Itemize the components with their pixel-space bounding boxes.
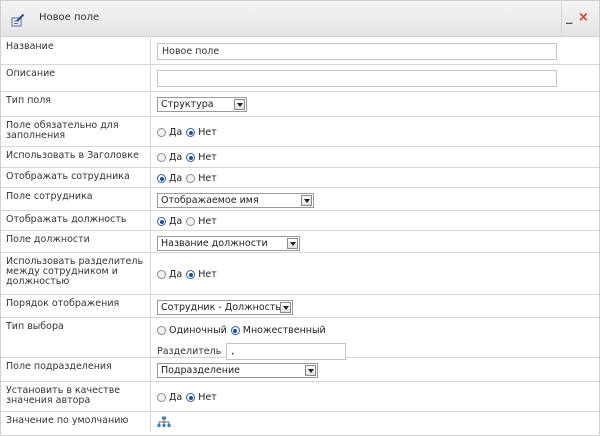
header-yes-label: Да	[169, 152, 183, 163]
header-no-radio[interactable]	[186, 153, 196, 162]
edit-field-icon	[11, 13, 25, 27]
titlebar-divider	[561, 1, 562, 37]
org-structure-icon[interactable]	[157, 416, 171, 428]
row-description: Описание	[1, 65, 599, 92]
position-field-label: Поле должности	[1, 231, 151, 252]
required-yes-label: Да	[169, 127, 183, 138]
chevron-down-icon	[280, 302, 291, 313]
header-no-label: Нет	[198, 152, 217, 163]
separator-no-radio[interactable]	[186, 270, 196, 279]
position-field-value: Название должности	[161, 238, 268, 249]
department-field-value: Подразделение	[161, 365, 240, 376]
employee-field-select[interactable]: Отображаемое имя	[157, 193, 314, 208]
minimize-button[interactable]: _	[566, 10, 577, 26]
single-select-label: Одиночный	[169, 325, 227, 336]
row-required: Поле обязательно для заполнения Да Нет	[1, 117, 599, 147]
required-no-label: Нет	[198, 127, 217, 138]
row-set-as-author: Установить в качестве значения автора Да…	[1, 382, 599, 412]
position-yes-radio[interactable]	[157, 217, 166, 226]
show-position-label: Отображать должность	[1, 211, 151, 230]
position-no-radio[interactable]	[186, 217, 196, 226]
header-yes-radio[interactable]	[157, 153, 166, 162]
employee-no-radio[interactable]	[186, 174, 196, 183]
position-field-select[interactable]: Название должности	[157, 236, 300, 251]
row-show-position: Отображать должность Да Нет	[1, 211, 599, 231]
author-no-radio[interactable]	[186, 393, 196, 402]
row-employee-field: Поле сотрудника Отображаемое имя	[1, 188, 599, 211]
employee-field-value: Отображаемое имя	[161, 195, 259, 206]
required-no-radio[interactable]	[186, 128, 196, 137]
chevron-down-icon	[287, 238, 298, 249]
name-input[interactable]	[157, 43, 557, 60]
use-separator-label: Использовать разделитель между сотрудник…	[1, 253, 151, 294]
row-use-in-header: Использовать в Заголовке Да Нет	[1, 147, 599, 168]
employee-yes-label: Да	[169, 173, 183, 184]
author-no-label: Нет	[198, 392, 217, 403]
row-name: Название	[1, 38, 599, 65]
row-display-order: Порядок отображения Сотрудник - Должност…	[1, 295, 599, 318]
separator-no-label: Нет	[198, 269, 217, 280]
employee-no-label: Нет	[198, 173, 217, 184]
show-employee-label: Отображать сотрудника	[1, 168, 151, 187]
field-type-select[interactable]: Структура	[157, 97, 247, 112]
display-order-select[interactable]: Сотрудник - Должность	[157, 300, 293, 315]
chevron-down-icon	[301, 195, 312, 206]
chevron-down-icon	[305, 365, 316, 376]
close-button[interactable]: ×	[578, 10, 590, 26]
field-type-value: Структура	[161, 99, 214, 110]
multiple-select-label: Множественный	[242, 325, 326, 336]
required-yes-radio[interactable]	[157, 128, 166, 137]
separator-label: Разделитель	[157, 346, 222, 357]
multiple-select-radio[interactable]	[230, 326, 240, 335]
field-form: Название Описание Тип поля Структура Пол…	[1, 38, 599, 432]
row-department-field: Поле подразделения Подразделение	[1, 358, 599, 382]
set-as-author-label: Установить в качестве значения автора	[1, 382, 151, 411]
author-yes-radio[interactable]	[157, 393, 166, 402]
description-input[interactable]	[157, 70, 557, 87]
display-order-value: Сотрудник - Должность	[161, 302, 280, 313]
row-use-separator: Использовать разделитель между сотрудник…	[1, 253, 599, 295]
employee-yes-radio[interactable]	[157, 174, 166, 183]
dialog-title: Новое поле	[39, 12, 100, 23]
row-field-type: Тип поля Структура	[1, 92, 599, 117]
position-no-label: Нет	[198, 216, 217, 227]
department-field-label: Поле подразделения	[1, 358, 151, 381]
single-select-radio[interactable]	[157, 326, 166, 335]
chevron-down-icon	[234, 99, 245, 110]
position-yes-label: Да	[169, 216, 183, 227]
default-value-label: Значение по умолчанию	[1, 412, 151, 432]
row-position-field: Поле должности Название должности	[1, 231, 599, 253]
field-type-label: Тип поля	[1, 92, 151, 116]
separator-yes-label: Да	[169, 269, 183, 280]
description-label: Описание	[1, 65, 151, 91]
display-order-label: Порядок отображения	[1, 295, 151, 317]
author-yes-label: Да	[169, 392, 183, 403]
employee-field-label: Поле сотрудника	[1, 188, 151, 210]
use-in-header-label: Использовать в Заголовке	[1, 147, 151, 167]
selection-type-label: Тип выбора	[1, 318, 151, 357]
dialog-titlebar: Новое поле _ ×	[1, 1, 599, 37]
row-selection-type: Тип выбора Одиночный Множественный Разде…	[1, 318, 599, 360]
new-field-dialog: Новое поле _ × Название Описание Тип пол…	[0, 0, 600, 436]
name-label: Название	[1, 38, 151, 64]
department-field-select[interactable]: Подразделение	[157, 363, 318, 378]
required-label: Поле обязательно для заполнения	[1, 117, 151, 146]
row-show-employee: Отображать сотрудника Да Нет	[1, 168, 599, 188]
row-default-value: Значение по умолчанию	[1, 412, 599, 432]
separator-yes-radio[interactable]	[157, 270, 166, 279]
